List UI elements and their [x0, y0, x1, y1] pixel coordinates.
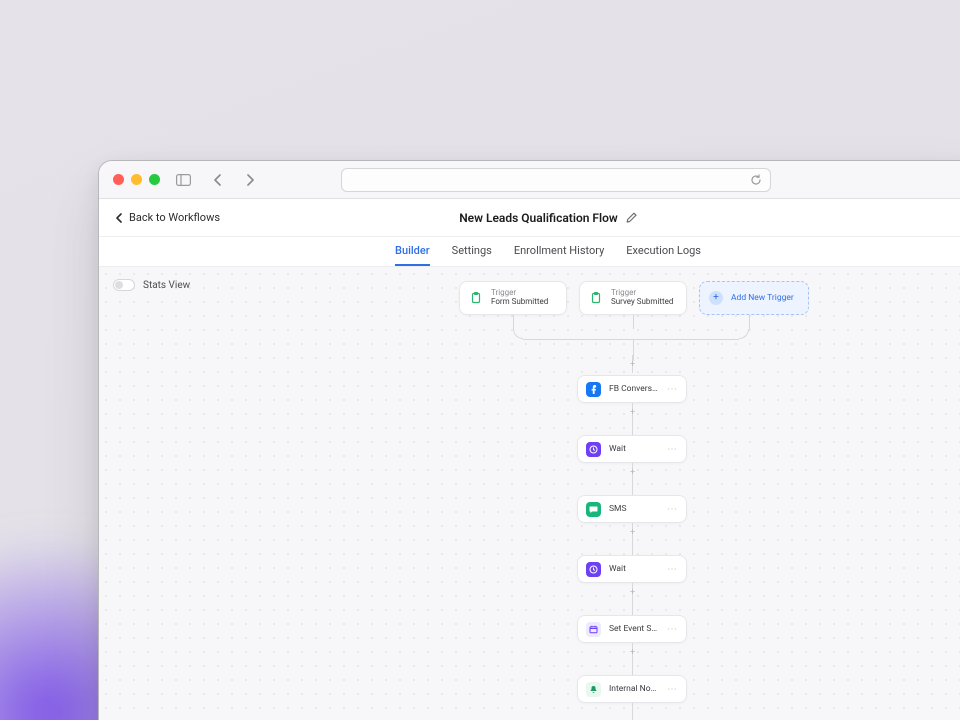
- action-set-event-start[interactable]: Set Event Start Time ⋯: [577, 615, 687, 643]
- action-label: Internal Notification: [609, 684, 659, 694]
- stats-view-toggle[interactable]: Stats View: [113, 279, 190, 291]
- more-icon[interactable]: ⋯: [667, 444, 678, 455]
- connector-line: [632, 661, 633, 675]
- clock-icon: [586, 442, 601, 457]
- edit-title-icon[interactable]: [626, 212, 637, 223]
- bell-icon: [586, 682, 601, 697]
- plus-icon: +: [709, 291, 723, 305]
- action-sms[interactable]: SMS ⋯: [577, 495, 687, 523]
- action-wait-2[interactable]: Wait ⋯: [577, 555, 687, 583]
- close-window-button[interactable]: [113, 174, 124, 185]
- more-icon[interactable]: ⋯: [667, 624, 678, 635]
- back-to-workflows-link[interactable]: Back to Workflows: [115, 211, 220, 224]
- add-step-node[interactable]: +: [627, 467, 638, 478]
- action-label: Set Event Start Time: [609, 624, 659, 634]
- connector-line: [632, 421, 633, 435]
- more-icon[interactable]: ⋯: [667, 684, 678, 695]
- connector-line: [632, 541, 633, 555]
- app-header: Back to Workflows New Leads Qualificatio…: [99, 199, 960, 237]
- more-icon[interactable]: ⋯: [667, 564, 678, 575]
- connector-line: [632, 601, 633, 615]
- action-label: Wait: [609, 444, 659, 454]
- more-icon[interactable]: ⋯: [667, 504, 678, 515]
- tab-enrollment-history[interactable]: Enrollment History: [514, 237, 604, 266]
- tab-builder[interactable]: Builder: [395, 237, 430, 266]
- action-wait-1[interactable]: Wait ⋯: [577, 435, 687, 463]
- trigger-row: Trigger Form Submitted Trigger Survey Su…: [459, 281, 809, 315]
- action-internal-notification[interactable]: Internal Notification ⋯: [577, 675, 687, 703]
- clipboard-icon: [589, 291, 603, 305]
- add-step-node[interactable]: +: [627, 527, 638, 538]
- browser-url-bar[interactable]: [341, 168, 771, 192]
- calendar-icon: [586, 622, 601, 637]
- stats-view-label: Stats View: [143, 280, 190, 291]
- clock-icon: [586, 562, 601, 577]
- clipboard-icon: [469, 291, 483, 305]
- add-step-node[interactable]: +: [627, 359, 638, 370]
- trigger-connector: [459, 315, 749, 355]
- action-label: SMS: [609, 504, 659, 514]
- reload-icon[interactable]: [750, 174, 762, 186]
- toggle-switch[interactable]: [113, 279, 135, 291]
- action-label: Wait: [609, 564, 659, 574]
- tab-execution-logs[interactable]: Execution Logs: [626, 237, 701, 266]
- workflow-canvas[interactable]: Stats View Trigger Form Submitted Trigge…: [99, 267, 960, 720]
- more-icon[interactable]: ⋯: [667, 384, 678, 395]
- trigger-card-form[interactable]: Trigger Form Submitted: [459, 281, 567, 315]
- trigger-label: Form Submitted: [491, 298, 548, 307]
- tabs-row: Builder Settings Enrollment History Exec…: [99, 237, 960, 267]
- maximize-window-button[interactable]: [149, 174, 160, 185]
- browser-titlebar: [99, 161, 960, 199]
- browser-back-button[interactable]: [207, 169, 229, 191]
- add-trigger-label: Add New Trigger: [731, 293, 794, 303]
- sidebar-toggle-icon[interactable]: [176, 174, 191, 186]
- tab-settings[interactable]: Settings: [452, 237, 492, 266]
- trigger-card-survey[interactable]: Trigger Survey Submitted: [579, 281, 687, 315]
- workflow-title-text: New Leads Qualification Flow: [459, 211, 618, 225]
- add-step-node[interactable]: +: [627, 587, 638, 598]
- browser-window: Back to Workflows New Leads Qualificatio…: [98, 160, 960, 720]
- add-trigger-button[interactable]: + Add New Trigger: [699, 281, 809, 315]
- add-step-node[interactable]: +: [627, 407, 638, 418]
- connector-line: [632, 703, 633, 720]
- connector-line: [632, 481, 633, 495]
- action-fb-conversion[interactable]: FB Conversion API ⋯: [577, 375, 687, 403]
- action-label: FB Conversion API: [609, 384, 659, 394]
- trigger-label: Survey Submitted: [611, 298, 673, 307]
- back-link-label: Back to Workflows: [129, 211, 220, 224]
- chevron-left-icon: [115, 213, 123, 223]
- window-controls: [113, 174, 160, 185]
- add-step-node[interactable]: +: [627, 647, 638, 658]
- workflow-title: New Leads Qualification Flow: [459, 211, 637, 225]
- minimize-window-button[interactable]: [131, 174, 142, 185]
- message-icon: [586, 502, 601, 517]
- browser-forward-button[interactable]: [239, 169, 261, 191]
- facebook-icon: [586, 382, 601, 397]
